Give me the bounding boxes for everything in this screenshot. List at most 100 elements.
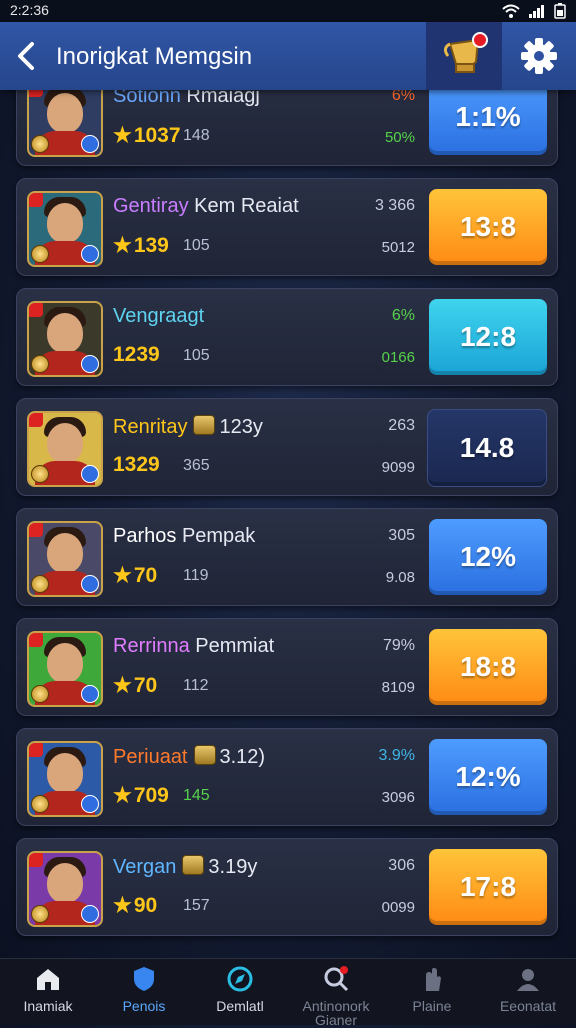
player-minor-stat: 105 <box>183 237 210 254</box>
level-badge-icon <box>81 245 99 263</box>
status-time: 2:2:36 <box>10 2 49 18</box>
leaderboard-row[interactable]: Vengraagt 1239 105 6% 0166 12:8 <box>16 288 558 386</box>
player-subtitle: Kem Reaiat <box>194 195 299 217</box>
trophy-icon <box>443 38 480 73</box>
settings-button[interactable] <box>502 22 576 90</box>
player-subtitle: 3.12) <box>219 746 266 768</box>
value-button[interactable]: 12:8 <box>429 299 547 375</box>
avatar-face <box>47 643 83 683</box>
rank-tag-icon <box>29 853 43 867</box>
score-value: 1239 <box>113 343 160 366</box>
rank-tag-icon <box>29 743 43 757</box>
avatar-face <box>47 313 83 353</box>
player-subtitle: 3.19y <box>208 856 258 878</box>
player-score: 1239 <box>113 343 160 367</box>
signal-icon <box>528 4 546 18</box>
leaderboard-row[interactable]: Periuaat 3.12) ★709 145 3.9% 3096 12:% <box>16 728 558 826</box>
player-minor-stat: 105 <box>183 347 210 364</box>
player-subtitle: Pempak <box>181 525 256 547</box>
rank-tag-icon <box>29 193 43 207</box>
leaderboard-row[interactable]: Renritay 123y 1329 365 263 9099 14.8 <box>16 398 558 496</box>
value-button[interactable]: 1:1% <box>429 79 547 155</box>
medal-icon <box>31 355 49 373</box>
score-value: 90 <box>133 894 158 917</box>
nav-item-eeonatat[interactable]: Eeonatat <box>480 959 576 1025</box>
stat-bottom: 50% <box>384 129 415 146</box>
player-avatar <box>27 741 103 817</box>
stat-bottom: 0099 <box>381 899 415 916</box>
leaderboard-row[interactable]: Parhos Pempak ★70 119 305 9.08 12% <box>16 508 558 606</box>
chest-icon <box>193 745 216 765</box>
player-subtitle: 123y <box>219 416 263 438</box>
rank-tag-icon <box>29 303 43 317</box>
stat-bottom: 0166 <box>381 349 415 366</box>
player-name-line: Parhos Pempak <box>113 525 255 548</box>
player-avatar <box>27 411 103 487</box>
player-score: ★70 <box>113 563 157 588</box>
player-minor-stat: 157 <box>183 897 210 914</box>
nav-item-inamiak[interactable]: Inamiak <box>0 959 96 1025</box>
player-avatar <box>27 851 103 927</box>
leaderboard-row[interactable]: Rerrinna Pemmiat ★70 112 79% 8109 18:8 <box>16 618 558 716</box>
back-button[interactable] <box>10 38 44 74</box>
player-name: Gentiray <box>113 195 189 217</box>
player-name-line: Vengraagt <box>113 305 204 328</box>
gear-icon <box>521 38 557 74</box>
nav-label: Demlatl <box>216 998 264 1014</box>
level-badge-icon <box>81 135 99 153</box>
player-name-line: Renritay 123y <box>113 415 263 439</box>
player-avatar <box>27 631 103 707</box>
star-icon: ★ <box>113 674 132 697</box>
leaderboard-list: Sotionn Rmaiagj ★1037 148 6% 50% 1:1% Gentiray… <box>16 68 558 948</box>
stat-top: 3.9% <box>378 747 415 764</box>
medal-icon <box>31 905 49 923</box>
value-button[interactable]: 17:8 <box>429 849 547 925</box>
nav-label: Plaine <box>412 998 452 1014</box>
page-title: Inorigkat Memgsin <box>56 43 253 70</box>
stat-top: 79% <box>382 637 415 654</box>
player-subtitle: Pemmiat <box>195 635 275 657</box>
nav-item-penois[interactable]: Penois <box>96 959 192 1025</box>
home-icon <box>34 965 62 993</box>
battery-icon <box>554 3 566 19</box>
nav-item-demlatl[interactable]: Demlatl <box>192 959 288 1025</box>
medal-icon <box>31 135 49 153</box>
player-score: 1329 <box>113 453 160 477</box>
player-name: Renritay <box>113 416 188 438</box>
player-name-line: Periuaat 3.12) <box>113 745 265 769</box>
value-button[interactable]: 14.8 <box>427 409 547 487</box>
value-button[interactable]: 12% <box>429 519 547 595</box>
player-name: Vergan <box>113 856 177 878</box>
player-minor-stat: 148 <box>183 127 210 144</box>
medal-icon <box>31 245 49 263</box>
level-badge-icon <box>81 575 99 593</box>
avatar-face <box>47 753 83 793</box>
value-button[interactable]: 12:% <box>429 739 547 815</box>
shield-icon <box>130 965 158 993</box>
bottom-navigation: Inamiak Penois Demlatl Antinonork Gianer Pla… <box>0 958 576 1028</box>
player-score: ★70 <box>113 673 157 698</box>
profile-icon <box>514 965 542 993</box>
value-button[interactable]: 13:8 <box>429 189 547 265</box>
avatar-face <box>47 863 83 903</box>
value-button[interactable]: 18:8 <box>429 629 547 705</box>
stat-bottom: 9099 <box>381 459 415 476</box>
avatar-face <box>47 93 83 133</box>
rewards-button[interactable] <box>426 22 502 90</box>
star-icon: ★ <box>113 784 132 807</box>
player-avatar <box>27 191 103 267</box>
level-badge-icon <box>81 355 99 373</box>
nav-item-antinonork-gianer[interactable]: Antinonork Gianer <box>288 959 384 1028</box>
chest-icon <box>193 415 216 435</box>
leaderboard-row[interactable]: Gentiray Kem Reaiat ★139 105 3 366 5012 13:8 <box>16 178 558 276</box>
medal-icon <box>31 795 49 813</box>
nav-label: Penois <box>122 998 166 1014</box>
score-value: 1037 <box>133 124 181 147</box>
level-badge-icon <box>81 795 99 813</box>
nav-label: Antinonork Gianer <box>302 998 370 1028</box>
nav-item-plaine[interactable]: Plaine <box>384 959 480 1025</box>
leaderboard-row[interactable]: Vergan 3.19y ★90 157 306 0099 17:8 <box>16 838 558 936</box>
score-value: 70 <box>133 564 158 587</box>
search-icon <box>322 965 350 993</box>
stat-top: 306 <box>388 857 415 874</box>
